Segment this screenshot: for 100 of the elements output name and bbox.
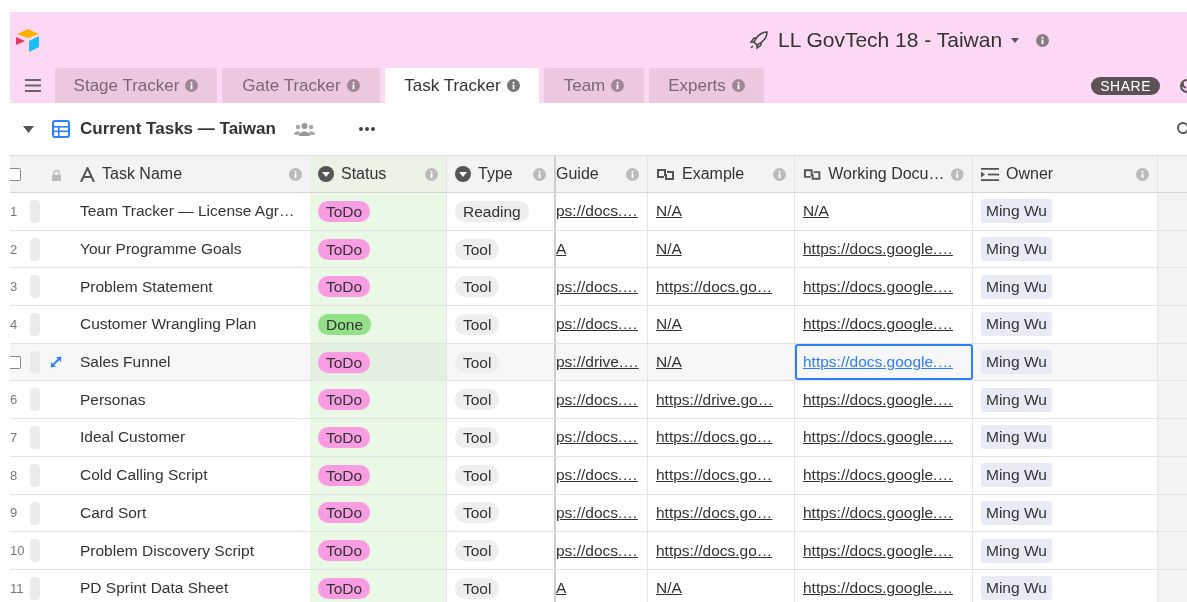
row-checkbox[interactable] xyxy=(10,355,21,369)
table-row[interactable]: 1 Team Tracker — License Agr… ToDo Reading ps://docs.… N/A N/A Ming Wu xyxy=(10,193,1187,231)
task-name: Problem Statement xyxy=(80,277,213,296)
tab[interactable]: Gate Tracker xyxy=(222,68,380,103)
link[interactable]: ps://drive.… xyxy=(556,353,639,372)
menu-icon[interactable] xyxy=(24,79,41,92)
link[interactable]: https://docs.google.… xyxy=(803,579,953,598)
task-name: Sales Funnel xyxy=(80,353,171,372)
table-row[interactable]: 9 Card Sort ToDo Tool ps://docs.… https://docs.go… https://docs.google.… Ming Wu xyxy=(10,494,1187,533)
expand-icon[interactable] xyxy=(50,355,62,368)
row-number: 6 xyxy=(10,392,19,408)
task-name: Personas xyxy=(80,390,146,409)
caret-icon[interactable] xyxy=(1010,36,1021,44)
link[interactable]: ps://docs.… xyxy=(556,503,638,522)
link[interactable]: N/A xyxy=(656,240,682,259)
tab[interactable]: Task Tracker xyxy=(385,68,539,103)
link[interactable]: N/A xyxy=(656,353,682,372)
link[interactable]: https://docs.go… xyxy=(656,428,773,447)
dropdown-field-icon xyxy=(318,166,334,182)
link[interactable]: https://docs.google.… xyxy=(803,503,953,522)
logo-icon[interactable] xyxy=(14,28,42,52)
table-row[interactable]: 11 PD Sprint Data Sheet ToDo Tool A N/A https://docs.google.… Ming Wu xyxy=(10,569,1187,602)
task-name: Ideal Customer xyxy=(80,428,186,447)
row-number: 9 xyxy=(10,505,19,521)
info-icon xyxy=(731,79,745,92)
table-row[interactable]: 8 Cold Calling Script ToDo Tool ps://docs.… https://docs.go… https://docs.google.… Ming Wu xyxy=(10,456,1187,495)
link[interactable]: ps://docs.… xyxy=(556,315,638,334)
link[interactable]: https://docs.go… xyxy=(656,277,773,296)
row-number: 8 xyxy=(10,467,19,483)
link[interactable]: https://docs.google.… xyxy=(803,390,953,409)
column-header[interactable]: Status xyxy=(310,156,447,192)
info-icon xyxy=(611,79,625,92)
column-header[interactable]: Guide xyxy=(556,156,648,192)
info-icon xyxy=(1136,167,1149,181)
link[interactable]: ps://docs.… xyxy=(556,390,638,409)
owner-tag: Ming Wu xyxy=(981,237,1052,262)
more-icon[interactable] xyxy=(358,127,375,131)
column-header[interactable]: Example xyxy=(648,156,795,192)
link[interactable]: A xyxy=(556,240,567,259)
table-row[interactable]: 3 Problem Statement ToDo Tool ps://docs.… https://docs.go… https://docs.google.… Ming Wu xyxy=(10,268,1187,307)
link[interactable]: https://docs.go… xyxy=(656,541,773,560)
link[interactable]: https://docs.google.… xyxy=(803,315,953,334)
table-row[interactable]: 4 Customer Wrangling Plan Done Tool ps://docs.… N/A https://docs.google.… Ming Wu xyxy=(10,306,1187,344)
status-tag: ToDo xyxy=(318,389,371,411)
status-tag: ToDo xyxy=(318,276,371,298)
owner-tag: Ming Wu xyxy=(981,425,1052,450)
table-row[interactable]: Sales Funnel ToDo Tool ps://drive.… N/A https://docs.google.… Ming Wu xyxy=(10,343,1187,382)
table-row[interactable]: 10 Problem Discovery Script ToDo Tool ps://docs.… https://docs.go… https://docs.google.… Ming Wu xyxy=(10,532,1187,570)
column-header[interactable]: Working Docu… xyxy=(795,156,973,192)
grid-view-icon[interactable] xyxy=(52,120,70,138)
info-icon xyxy=(626,167,639,181)
link[interactable]: https://docs.google.… xyxy=(803,353,953,372)
type-tag: Tool xyxy=(455,276,500,298)
owner-tag: Ming Wu xyxy=(981,538,1052,563)
table-row[interactable]: 6 Personas ToDo Tool ps://docs.… https://drive.go… https://docs.google.… Ming Wu xyxy=(10,381,1187,420)
link[interactable]: https://docs.google.… xyxy=(803,240,953,259)
search-icon[interactable] xyxy=(1175,121,1187,136)
link[interactable]: https://docs.go… xyxy=(656,466,773,485)
tab[interactable]: Team xyxy=(544,68,644,103)
table-row[interactable]: 7 Ideal Customer ToDo Tool ps://docs.… https://docs.go… https://docs.google.… Ming Wu xyxy=(10,419,1187,457)
link[interactable]: A xyxy=(556,579,567,598)
link[interactable]: ps://docs.… xyxy=(556,541,638,560)
row-number: 7 xyxy=(10,429,19,445)
task-name: PD Sprint Data Sheet xyxy=(80,579,229,598)
select-all-checkbox[interactable] xyxy=(10,167,21,181)
share-button[interactable]: SHARE xyxy=(1091,77,1160,95)
owner-tag: Ming Wu xyxy=(981,576,1052,601)
link[interactable]: ps://docs.… xyxy=(556,428,638,447)
link[interactable]: N/A xyxy=(803,202,829,221)
link[interactable]: https://docs.go… xyxy=(656,503,773,522)
link[interactable]: https://docs.google.… xyxy=(803,428,953,447)
type-tag: Tool xyxy=(455,313,500,335)
link[interactable]: https://docs.google.… xyxy=(803,541,953,560)
link[interactable]: https://drive.go… xyxy=(656,390,774,409)
column-header[interactable]: Task Name xyxy=(70,156,310,192)
table-row[interactable]: 2 Your Programme Goals ToDo Tool A N/A https://docs.google.… Ming Wu xyxy=(10,230,1187,269)
tab[interactable]: Stage Tracker xyxy=(55,68,217,103)
view-name[interactable]: Current Tasks — Taiwan xyxy=(80,119,276,139)
base-title[interactable]: LL GovTech 18 - Taiwan xyxy=(778,28,1003,52)
row-number: 4 xyxy=(10,316,19,332)
link[interactable]: ps://docs.… xyxy=(556,277,638,296)
type-tag: Tool xyxy=(455,351,500,373)
task-name: Cold Calling Script xyxy=(80,466,208,485)
people-icon[interactable] xyxy=(293,122,315,136)
tab[interactable]: Experts xyxy=(649,68,764,103)
row-number: 3 xyxy=(10,279,19,295)
link[interactable]: N/A xyxy=(656,202,682,221)
status-tag: ToDo xyxy=(318,351,371,373)
type-tag: Tool xyxy=(455,502,500,524)
link[interactable]: N/A xyxy=(656,579,682,598)
link[interactable]: ps://docs.… xyxy=(556,466,638,485)
link[interactable]: https://docs.google.… xyxy=(803,277,953,296)
link[interactable]: ps://docs.… xyxy=(556,202,638,221)
task-name: Team Tracker — License Agr… xyxy=(80,202,295,221)
info-icon xyxy=(951,167,964,181)
link[interactable]: N/A xyxy=(656,315,682,334)
type-tag: Tool xyxy=(455,540,500,562)
selected-cell[interactable]: https://docs.google.… xyxy=(795,343,973,381)
link[interactable]: https://docs.google.… xyxy=(803,466,953,485)
collapse-caret-icon[interactable] xyxy=(23,125,34,133)
